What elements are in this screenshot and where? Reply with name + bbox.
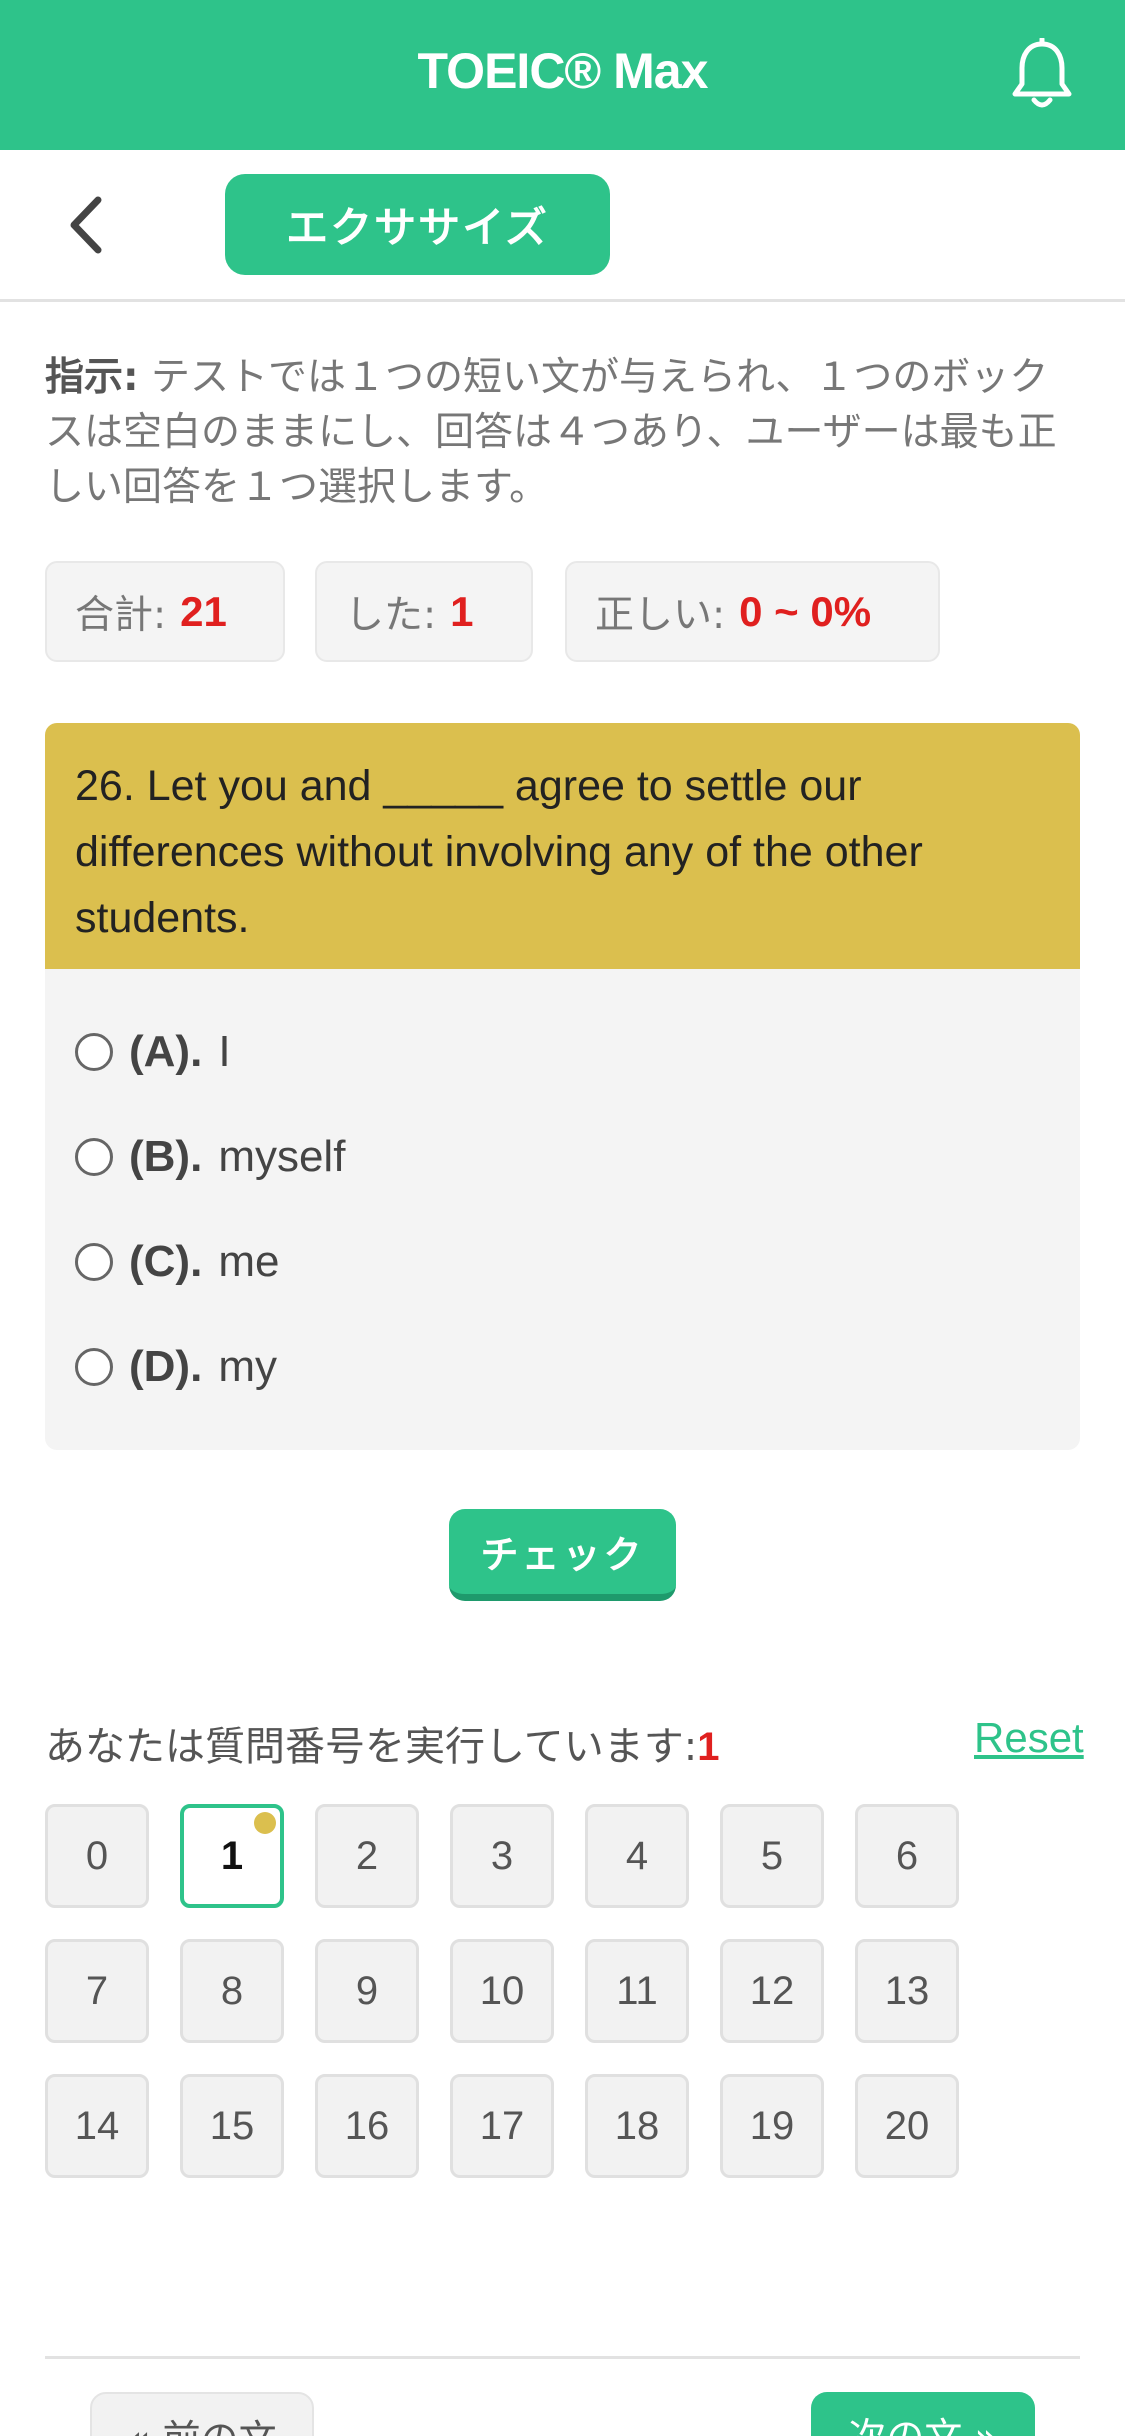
option-letter: (B). (129, 1132, 203, 1181)
question-number-label: 11 (616, 1968, 658, 2013)
question-number-button[interactable]: 1 (180, 1804, 284, 1908)
stat-correct-value: 0 ~ 0% (739, 587, 872, 635)
question-number-label: 2 (355, 1833, 379, 1878)
question-number-label: 8 (220, 1968, 244, 2013)
question-number-label: 19 (749, 2103, 795, 2148)
question-number-button[interactable]: 0 (45, 1804, 149, 1908)
radio-button[interactable] (75, 1033, 113, 1071)
current-indicator-dot (254, 1812, 276, 1834)
progress-status: あなたは質問番号を実行しています:1 (45, 1714, 720, 1772)
question-number-label: 20 (884, 2103, 930, 2148)
option-letter: (D). (129, 1342, 203, 1391)
check-button[interactable]: チェック (449, 1509, 676, 1601)
reset-link[interactable]: Reset (974, 1714, 1084, 1762)
question-number-button[interactable]: 17 (450, 2074, 554, 2178)
option-d[interactable]: (D). my (75, 1337, 277, 1397)
stat-total: 合計: 21 (45, 561, 285, 662)
app-header: TOEIC® Max (0, 0, 1125, 150)
question-number-button[interactable]: 14 (45, 2074, 149, 2178)
question-number-button[interactable]: 10 (450, 1939, 554, 2043)
stat-correct-label: 正しい: (595, 592, 726, 638)
stat-done: した: 1 (315, 561, 533, 662)
stat-total-label: 合計: (75, 592, 167, 638)
question-number-button[interactable]: 12 (720, 1939, 824, 2043)
question-number-label: 7 (85, 1968, 109, 2013)
question-number-button[interactable]: 2 (315, 1804, 419, 1908)
progress-label: あなたは質問番号を実行しています: (45, 1724, 698, 1770)
option-text: my (218, 1342, 277, 1391)
bell-icon[interactable] (1010, 38, 1074, 112)
next-button[interactable]: 次の文 » (811, 2392, 1035, 2436)
chevron-left-icon[interactable] (62, 190, 112, 260)
question-number-button[interactable]: 13 (855, 1939, 959, 2043)
option-text: me (218, 1237, 280, 1286)
question-number-button[interactable]: 8 (180, 1939, 284, 2043)
question-number-label: 13 (884, 1968, 930, 2013)
question-number-button[interactable]: 16 (315, 2074, 419, 2178)
question-number-label: 5 (760, 1833, 784, 1878)
question-number-label: 10 (479, 1968, 525, 2013)
option-text: myself (218, 1132, 346, 1181)
option-c[interactable]: (C). me (75, 1232, 279, 1292)
instructions-text: テストでは１つの短い文が与えられ、１つのボックスは空白のままにし、回答は４つあり… (45, 355, 1057, 510)
question-number-label: 14 (74, 2103, 120, 2148)
question-number-label: 0 (85, 1833, 109, 1878)
question-number-button[interactable]: 6 (855, 1804, 959, 1908)
instructions: 指示: テストでは１つの短い文が与えられ、１つのボックスは空白のままにし、回答は… (45, 350, 1080, 515)
stat-done-label: した: (345, 592, 437, 638)
question-number-label: 3 (490, 1833, 514, 1878)
question-number-button[interactable]: 5 (720, 1804, 824, 1908)
divider (45, 2356, 1080, 2359)
question-number-button[interactable]: 4 (585, 1804, 689, 1908)
question-number-label: 4 (625, 1833, 649, 1878)
question-number-label: 9 (355, 1968, 379, 2013)
radio-button[interactable] (75, 1348, 113, 1386)
question-number-button[interactable]: 15 (180, 2074, 284, 2178)
option-letter: (A). (129, 1027, 203, 1076)
question-number-button[interactable]: 19 (720, 2074, 824, 2178)
question-card: 26. Let you and _____ agree to settle ou… (45, 723, 1080, 1450)
question-text: 26. Let you and _____ agree to settle ou… (45, 723, 1080, 969)
stat-total-value: 21 (180, 587, 227, 635)
question-number-label: 17 (479, 2103, 525, 2148)
stat-correct: 正しい: 0 ~ 0% (565, 561, 940, 662)
question-number-label: 15 (209, 2103, 255, 2148)
prev-button[interactable]: « 前の文 (90, 2392, 314, 2436)
question-number-button[interactable]: 20 (855, 2074, 959, 2178)
option-b[interactable]: (B). myself (75, 1127, 345, 1187)
option-text: I (218, 1027, 231, 1076)
progress-current: 1 (697, 1725, 720, 1769)
app-title: TOEIC® Max (417, 43, 709, 99)
question-number-label: 16 (344, 2103, 390, 2148)
stat-done-value: 1 (450, 587, 474, 635)
question-number-button[interactable]: 3 (450, 1804, 554, 1908)
question-number-label: 1 (220, 1833, 244, 1878)
instructions-label: 指示: (45, 355, 139, 400)
question-number-button[interactable]: 11 (585, 1939, 689, 2043)
radio-button[interactable] (75, 1138, 113, 1176)
question-number-label: 6 (895, 1833, 919, 1878)
question-number-label: 18 (614, 2103, 660, 2148)
question-number-button[interactable]: 18 (585, 2074, 689, 2178)
question-number-button[interactable]: 7 (45, 1939, 149, 2043)
question-number-button[interactable]: 9 (315, 1939, 419, 2043)
exercise-button[interactable]: エクササイズ (225, 174, 610, 275)
radio-button[interactable] (75, 1243, 113, 1281)
sub-navbar: エクササイズ (0, 150, 1125, 302)
option-letter: (C). (129, 1237, 203, 1286)
option-a[interactable]: (A). I (75, 1022, 231, 1082)
question-number-label: 12 (749, 1968, 795, 2013)
